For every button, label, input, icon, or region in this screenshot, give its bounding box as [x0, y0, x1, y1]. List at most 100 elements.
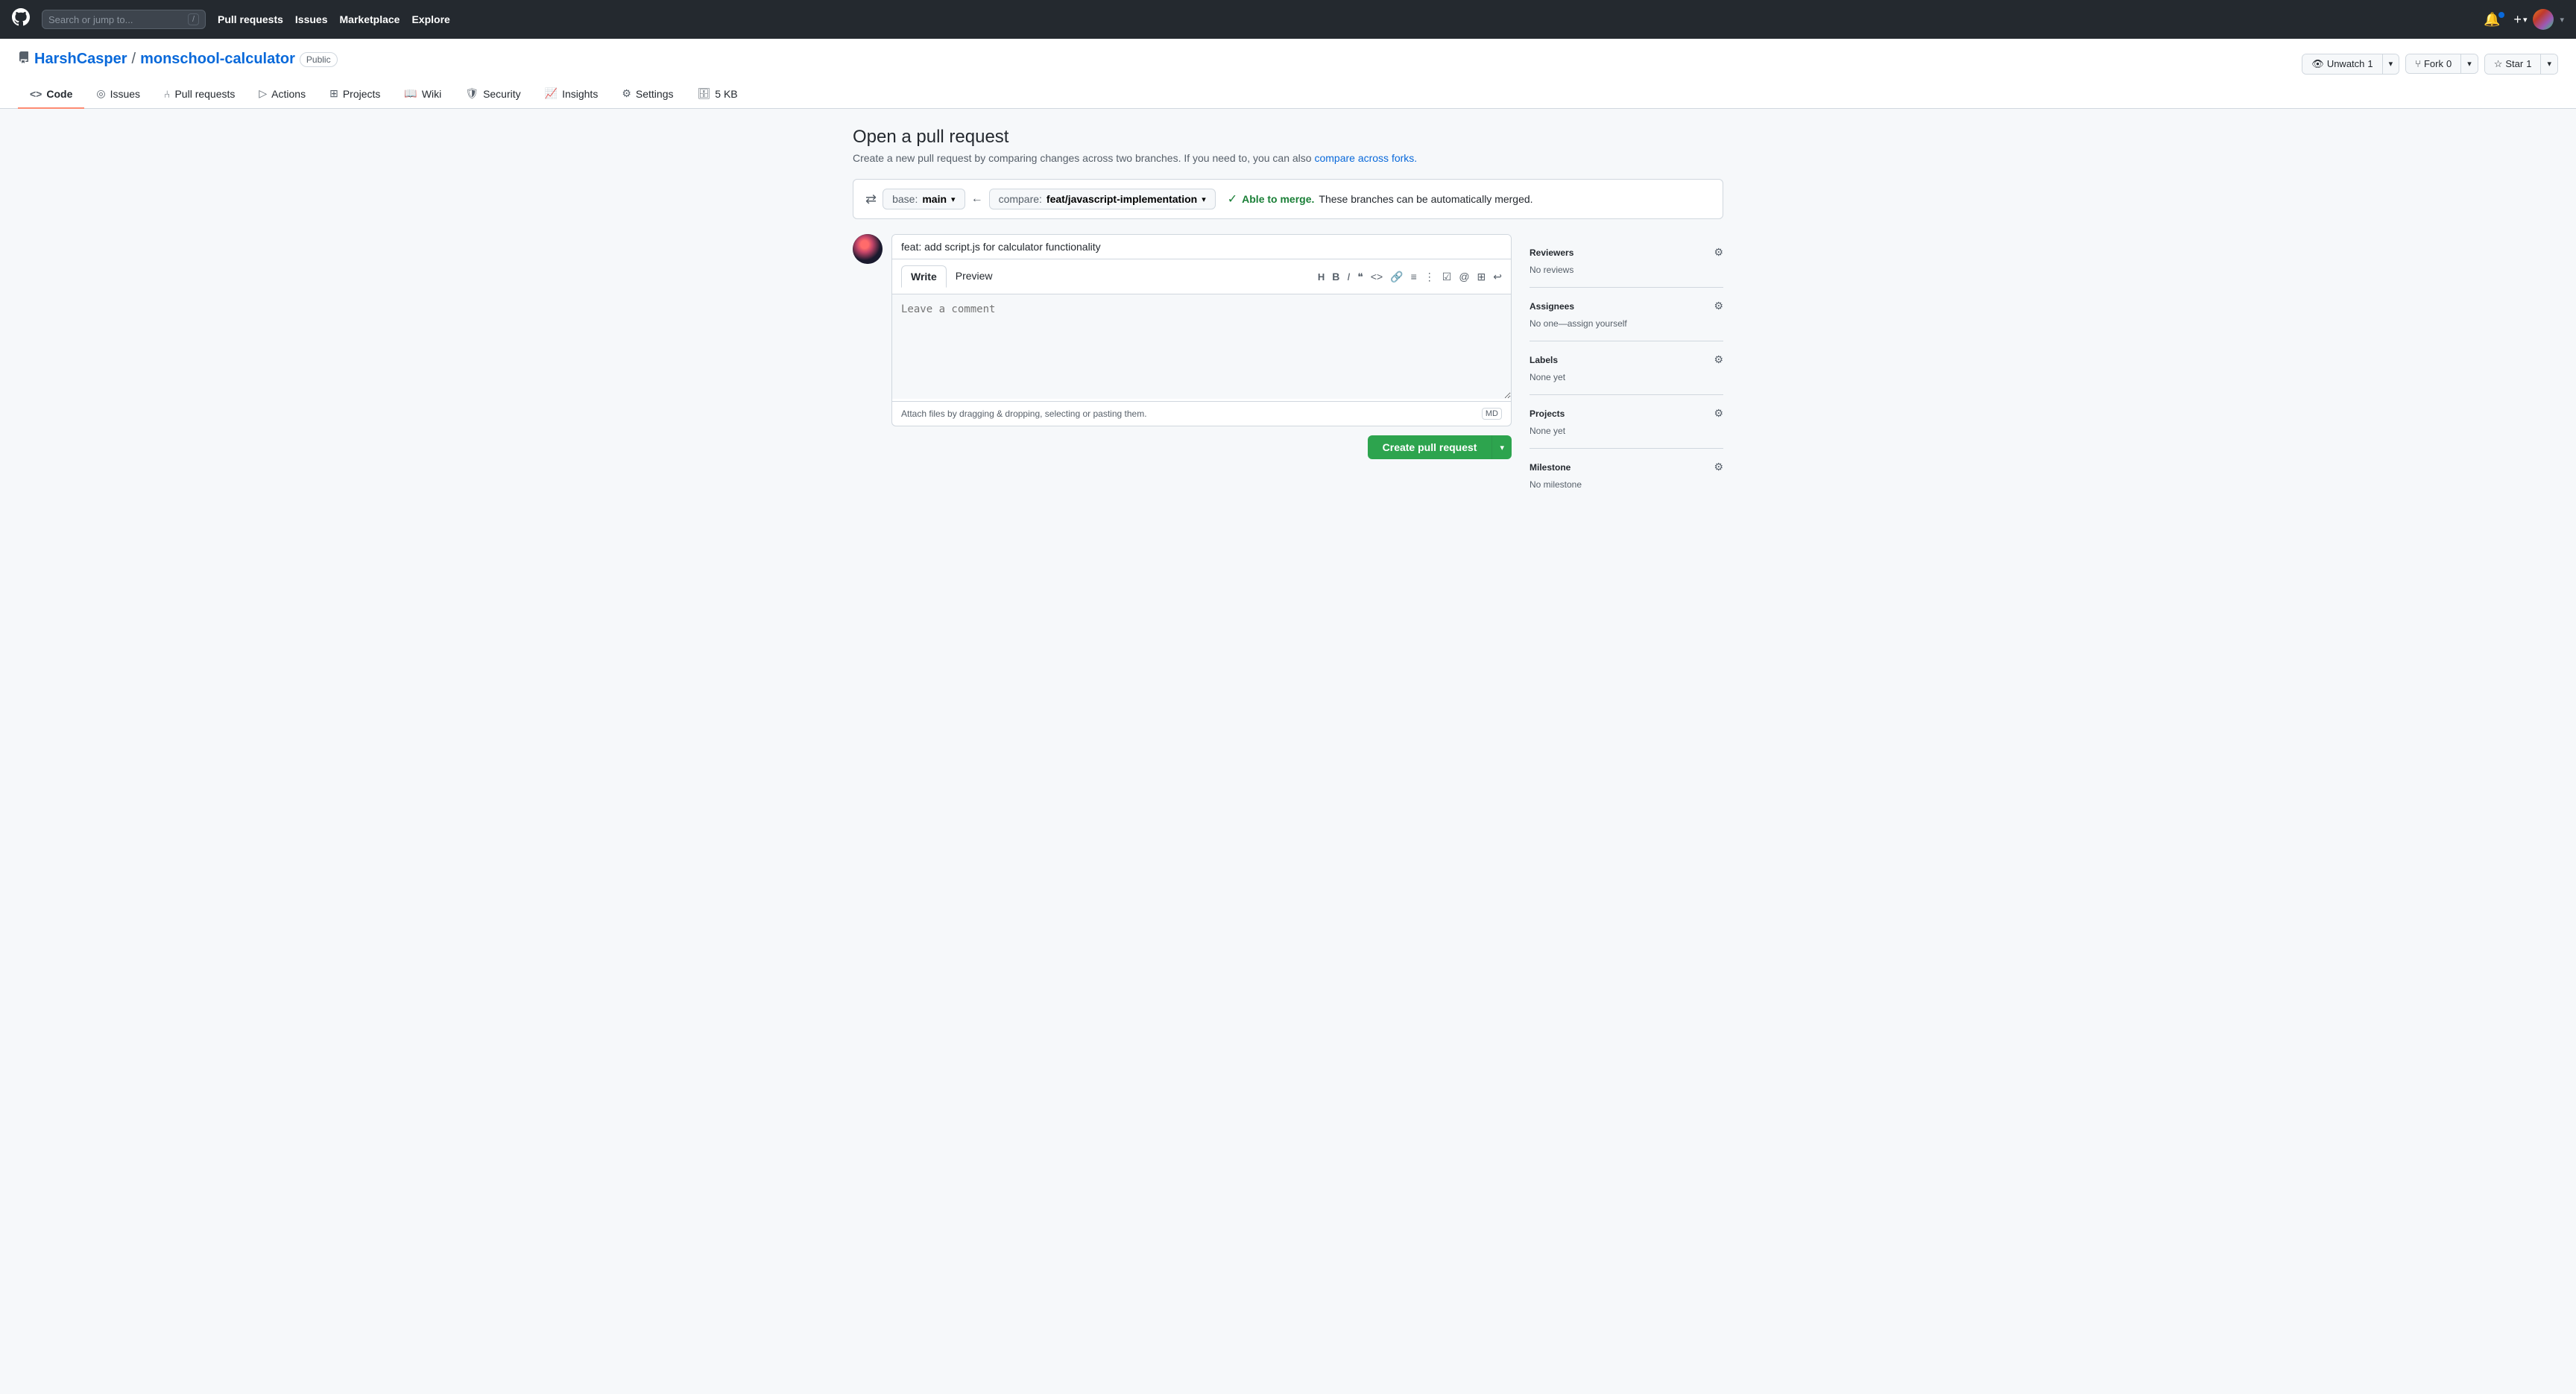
heading-icon[interactable]: H: [1318, 271, 1325, 283]
projects-icon: ⊞: [329, 87, 338, 100]
code-icon: <>: [30, 88, 42, 100]
tab-code-label: Code: [46, 88, 72, 100]
tab-issues-label: Issues: [110, 88, 140, 100]
avatar-caret[interactable]: ▾: [2560, 15, 2564, 25]
base-branch-selector[interactable]: base: main ▾: [883, 189, 965, 209]
search-bar[interactable]: Search or jump to... /: [42, 10, 206, 29]
projects-title: Projects: [1530, 409, 1565, 419]
insights-icon: 📈: [545, 87, 558, 100]
compare-branch-selector[interactable]: compare: feat/javascript-implementation …: [989, 189, 1216, 209]
fork-button[interactable]: ⑂ Fork 0 ▾: [2405, 54, 2478, 74]
issues-icon: ◎: [96, 87, 105, 100]
tab-pull-requests[interactable]: ⑃ Pull requests: [152, 81, 247, 109]
ordered-list-icon[interactable]: ⋮: [1424, 271, 1435, 283]
compare-branch-name: feat/javascript-implementation: [1046, 193, 1197, 205]
compare-caret-icon: ▾: [1202, 195, 1206, 204]
assign-yourself-link[interactable]: assign yourself: [1568, 318, 1627, 329]
top-navigation: Search or jump to... / Pull requests Iss…: [0, 0, 2576, 39]
xref-icon[interactable]: ⊞: [1477, 271, 1486, 283]
projects-value: None yet: [1530, 426, 1723, 436]
labels-gear-icon[interactable]: ⚙: [1714, 353, 1723, 366]
create-pr-button[interactable]: Create pull request: [1368, 435, 1493, 459]
repo-header: HarshCasper / monschool-calculator Publi…: [0, 39, 2576, 109]
milestone-gear-icon[interactable]: ⚙: [1714, 461, 1723, 473]
tab-issues[interactable]: ◎ Issues: [84, 80, 152, 109]
github-logo[interactable]: [12, 8, 30, 31]
compare-forks-link[interactable]: compare across forks.: [1314, 152, 1417, 164]
repo-separator: /: [132, 51, 136, 68]
tab-settings[interactable]: ⚙ Settings: [610, 80, 685, 109]
undo-icon[interactable]: ↩: [1493, 271, 1502, 283]
tab-code[interactable]: <> Code: [18, 81, 84, 109]
repo-owner[interactable]: HarshCasper: [34, 51, 127, 68]
tab-actions[interactable]: ▷ Actions: [247, 80, 318, 109]
pr-comment-textarea[interactable]: [892, 294, 1511, 399]
unwatch-count: 1: [2367, 58, 2373, 69]
create-pr-button-group[interactable]: Create pull request ▾: [1368, 435, 1512, 459]
pr-form-row: Write Preview H B I ❝ <> 🔗: [853, 234, 1512, 502]
repo-icon: [18, 51, 30, 67]
fork-count: 0: [2446, 58, 2452, 69]
code-inline-icon[interactable]: <>: [1371, 271, 1383, 283]
tab-settings-label: Settings: [636, 88, 674, 100]
notifications-button[interactable]: 🔔: [2484, 12, 2507, 28]
pr-title-input[interactable]: [892, 235, 1511, 259]
reviewers-value: No reviews: [1530, 265, 1723, 275]
unwatch-label: Unwatch: [2327, 58, 2365, 69]
star-main[interactable]: ☆ Star 1: [2485, 54, 2542, 74]
nav-pull-requests[interactable]: Pull requests: [218, 13, 283, 25]
star-button[interactable]: ☆ Star 1 ▾: [2484, 54, 2558, 75]
pr-form-body: Write Preview H B I ❝ <> 🔗: [891, 234, 1512, 426]
preview-tab[interactable]: Preview: [947, 265, 1002, 288]
editor-toolbar-icons: H B I ❝ <> 🔗 ≡ ⋮ ☑ @ ⊞: [1318, 271, 1502, 283]
eye-icon: 👁: [2311, 58, 2324, 70]
quote-icon[interactable]: ❝: [1357, 271, 1363, 283]
create-pr-caret[interactable]: ▾: [1492, 435, 1512, 459]
fork-main[interactable]: ⑂ Fork 0: [2406, 54, 2461, 73]
write-tab[interactable]: Write: [901, 265, 947, 288]
top-nav-links: Pull requests Issues Marketplace Explore: [218, 13, 450, 25]
mention-icon[interactable]: @: [1459, 271, 1469, 283]
nav-marketplace[interactable]: Marketplace: [340, 13, 400, 25]
milestone-title: Milestone: [1530, 462, 1570, 473]
pr-footer: Attach files by dragging & dropping, sel…: [892, 401, 1511, 426]
merge-able-text: Able to merge.: [1242, 193, 1314, 205]
unwatch-main[interactable]: 👁 Unwatch 1: [2302, 54, 2382, 74]
projects-header: Projects ⚙: [1530, 407, 1723, 420]
avatar-image: [853, 234, 883, 264]
fork-label: Fork: [2424, 58, 2443, 69]
unwatch-button[interactable]: 👁 Unwatch 1 ▾: [2302, 54, 2399, 75]
direction-arrow-icon: ←: [971, 192, 983, 206]
page-title: Open a pull request: [853, 127, 1723, 148]
tab-projects[interactable]: ⊞ Projects: [318, 80, 392, 109]
star-caret[interactable]: ▾: [2541, 54, 2557, 74]
task-list-icon[interactable]: ☑: [1442, 271, 1452, 283]
nav-issues[interactable]: Issues: [295, 13, 328, 25]
markdown-icon: MD: [1482, 408, 1502, 420]
italic-icon[interactable]: I: [1347, 271, 1350, 283]
assignees-gear-icon[interactable]: ⚙: [1714, 300, 1723, 312]
fork-caret[interactable]: ▾: [2461, 54, 2478, 73]
tab-security[interactable]: 🛡 Security: [453, 80, 532, 109]
unordered-list-icon[interactable]: ≡: [1411, 271, 1417, 283]
milestone-value: No milestone: [1530, 479, 1723, 490]
pr-sidebar: Reviewers ⚙ No reviews Assignees ⚙ No on…: [1530, 234, 1723, 502]
labels-header: Labels ⚙: [1530, 353, 1723, 366]
projects-gear-icon[interactable]: ⚙: [1714, 407, 1723, 420]
nav-explore[interactable]: Explore: [411, 13, 449, 25]
star-count: 1: [2526, 58, 2531, 69]
milestone-header: Milestone ⚙: [1530, 461, 1723, 473]
bold-icon[interactable]: B: [1332, 271, 1339, 283]
link-icon[interactable]: 🔗: [1390, 271, 1403, 283]
user-avatar[interactable]: [2533, 9, 2554, 30]
main-content: Open a pull request Create a new pull re…: [841, 109, 1735, 520]
tab-insights[interactable]: 📈 Insights: [533, 80, 610, 109]
repo-name[interactable]: monschool-calculator: [140, 51, 295, 68]
reviewers-section: Reviewers ⚙ No reviews: [1530, 234, 1723, 288]
tab-storage[interactable]: 🗄 5 KB: [685, 80, 749, 109]
unwatch-caret[interactable]: ▾: [2383, 54, 2399, 74]
tab-projects-label: Projects: [343, 88, 381, 100]
tab-wiki[interactable]: 📖 Wiki: [392, 80, 453, 109]
create-new-button[interactable]: + ▾: [2513, 12, 2527, 28]
reviewers-gear-icon[interactable]: ⚙: [1714, 246, 1723, 259]
